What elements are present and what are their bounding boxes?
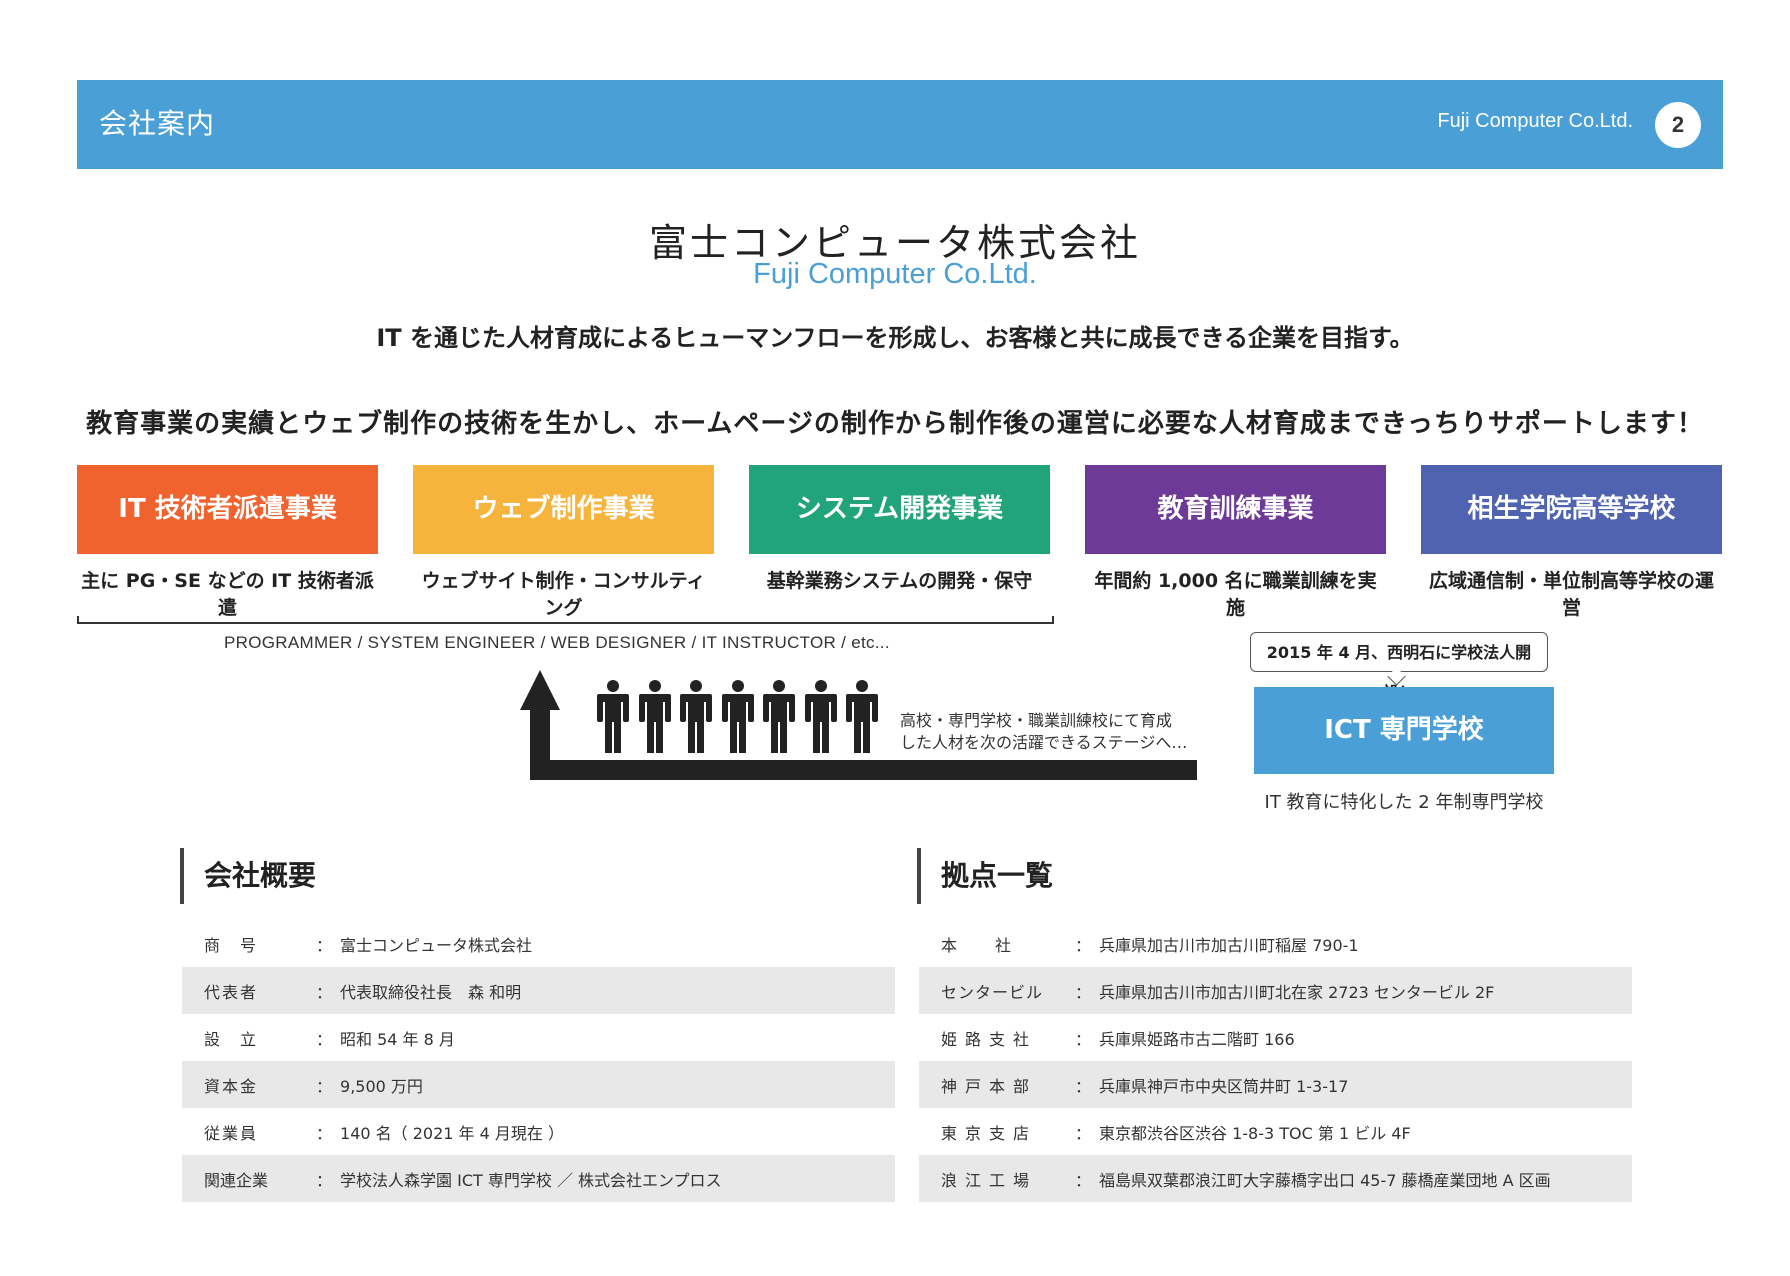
arrow-base [530, 760, 1197, 780]
group-bracket [77, 616, 1054, 624]
person-icon [721, 680, 754, 753]
person-icon [597, 680, 629, 753]
separator: ： [1075, 1123, 1100, 1143]
row-label: 浪江工場 [941, 1170, 1038, 1190]
table-row: 浪江工場 ： 福島県双葉郡浪江町大字藤橋字出口 45-7 藤橋産業団地 A 区画 [919, 1155, 1632, 1202]
overview-table: 商 号 ： 富士コンピュータ株式会社 代表者 ： 代表取締役社長 森 和明 設 立 ：… [182, 920, 895, 1202]
separator: ： [316, 1076, 341, 1096]
table-row: 姫路支社 ： 兵庫県姫路市古二階町 166 [919, 1014, 1632, 1061]
separator: ： [316, 935, 341, 955]
table-row: 商 号 ： 富士コンピュータ株式会社 [182, 920, 895, 967]
business-it-staffing: IT 技術者派遣事業 [77, 465, 378, 554]
separator: ： [1075, 982, 1100, 1002]
people-caption-line: 高校・専門学校・職業訓練校にて育成 [900, 711, 1173, 730]
row-value: 140 名（ 2021 年 4 月現在 ） [340, 1123, 564, 1143]
table-row: 従業員 ： 140 名（ 2021 年 4 月現在 ） [182, 1108, 895, 1155]
row-value: 昭和 54 年 8 月 [340, 1029, 455, 1049]
separator: ： [1075, 1029, 1100, 1049]
person-icon [680, 680, 712, 753]
row-label: 東京支店 [941, 1123, 1038, 1143]
row-value: 兵庫県神戸市中央区筒井町 1-3-17 [1099, 1076, 1349, 1096]
row-label: 本 社 [941, 935, 1014, 955]
separator: ： [316, 1170, 341, 1190]
page-title: 会社案内 [99, 107, 216, 140]
row-value: 兵庫県加古川市加古川町稲屋 790-1 [1099, 935, 1359, 955]
callout-bubble: 2015 年 4 月、西明石に学校法人開設！ [1250, 632, 1548, 702]
ict-school-desc: IT 教育に特化した 2 年制専門学校 [1264, 792, 1544, 813]
separator: ： [316, 982, 341, 1002]
table-row: 神戸本部 ： 兵庫県神戸市中央区筒井町 1-3-17 [919, 1061, 1632, 1108]
business-desc: 基幹業務システムの開発・保守 [766, 570, 1033, 592]
business-high-school: 相生学院高等学校 [1421, 465, 1722, 554]
ict-school-box: ICT 専門学校 [1254, 687, 1554, 774]
row-label: 資本金 [204, 1076, 259, 1096]
table-row: 設 立 ： 昭和 54 年 8 月 [182, 1014, 895, 1061]
row-label: 神戸本部 [941, 1076, 1038, 1096]
business-web-production: ウェブ制作事業 [413, 465, 714, 554]
person-icon [846, 680, 878, 753]
separator: ： [1075, 1170, 1100, 1190]
company-name-en: Fuji Computer Co.Ltd. [753, 258, 1037, 290]
row-value: 東京都渋谷区渋谷 1-8-3 TOC 第 1 ビル 4F [1099, 1123, 1411, 1143]
row-value: 富士コンピュータ株式会社 [340, 935, 533, 955]
header-bar: 会社案内 Fuji Computer Co.Ltd. 2 [77, 80, 1723, 169]
row-value: 兵庫県姫路市古二階町 166 [1099, 1029, 1295, 1049]
row-value: 9,500 万円 [340, 1076, 423, 1096]
row-label: 設 立 [204, 1029, 259, 1049]
row-label: 従業員 [204, 1123, 259, 1143]
row-value: 代表取締役社長 森 和明 [340, 982, 522, 1002]
tagline: IT を通じた人材育成によるヒューマンフローを形成し、お客様と共に成長できる企業… [376, 324, 1414, 352]
row-value: 学校法人森学園 ICT 専門学校 ／ 株式会社エンプロス [340, 1170, 722, 1190]
row-label: 関連企業 [204, 1170, 269, 1190]
locations-title: 拠点一覧 [917, 848, 1053, 904]
business-desc: 広域通信制・単位制高等学校の運営 [1428, 570, 1714, 619]
table-row: 代表者 ： 代表取締役社長 森 和明 [182, 967, 895, 1014]
business-system-development: システム開発事業 [749, 465, 1050, 554]
person-icon [804, 680, 837, 753]
row-value: 兵庫県加古川市加古川町北在家 2723 センタービル 2F [1099, 982, 1495, 1002]
business-education-training: 教育訓練事業 [1085, 465, 1386, 554]
table-row: 関連企業 ： 学校法人森学園 ICT 専門学校 ／ 株式会社エンプロス [182, 1155, 895, 1202]
people-caption-line: した人材を次の活躍できるステージへ… [900, 733, 1188, 752]
separator: ： [316, 1123, 341, 1143]
roles-list: PROGRAMMER / SYSTEM ENGINEER / WEB DESIG… [224, 633, 890, 652]
separator: ： [1075, 1076, 1100, 1096]
header-company-name: Fuji Computer Co.Ltd. [1437, 110, 1633, 132]
lead-text: 教育事業の実績とウェブ制作の技術を生かし、ホームページの制作から制作後の運営に必… [86, 409, 1704, 439]
people-caption: 高校・専門学校・職業訓練校にて育成 した人材を次の活躍できるステージへ… [900, 710, 1187, 754]
business-desc: ウェブサイト制作・コンサルティング [421, 570, 706, 619]
table-row: 資本金 ： 9,500 万円 [182, 1061, 895, 1108]
row-label: センタービル [941, 982, 1044, 1002]
arrow-up-icon [520, 670, 560, 710]
row-value: 福島県双葉郡浪江町大字藤橋字出口 45-7 藤橋産業団地 A 区画 [1099, 1170, 1551, 1190]
table-row: 本 社 ： 兵庫県加古川市加古川町稲屋 790-1 [919, 920, 1632, 967]
row-label: 代表者 [204, 982, 259, 1002]
row-label: 商 号 [204, 935, 259, 955]
page-number: 2 [1655, 102, 1701, 148]
row-label: 姫路支社 [941, 1029, 1038, 1049]
separator: ： [316, 1029, 341, 1049]
table-row: センタービル ： 兵庫県加古川市加古川町北在家 2723 センタービル 2F [919, 967, 1632, 1014]
person-icon [638, 680, 671, 753]
business-desc: 主に PG・SE などの IT 技術者派遣 [81, 570, 374, 619]
table-row: 東京支店 ： 東京都渋谷区渋谷 1-8-3 TOC 第 1 ビル 4F [919, 1108, 1632, 1155]
locations-table: 本 社 ： 兵庫県加古川市加古川町稲屋 790-1 センタービル ： 兵庫県加古川市… [919, 920, 1632, 1202]
business-desc: 年間約 1,000 名に職業訓練を実施 [1094, 570, 1377, 619]
person-icon [763, 680, 795, 753]
overview-title: 会社概要 [180, 848, 316, 904]
separator: ： [1075, 935, 1100, 955]
